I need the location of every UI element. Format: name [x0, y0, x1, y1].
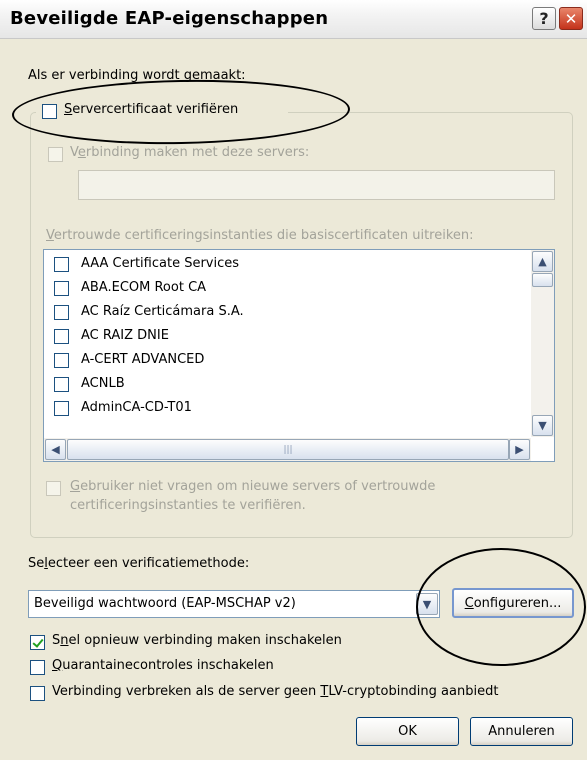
ca-label: AC RAIZ DNIE [81, 328, 169, 343]
fast-reconnect-checkbox[interactable] [30, 635, 45, 650]
fast-reconnect-rest: el opnieuw verbinding maken inschakelen [68, 633, 342, 648]
ca-checkbox[interactable] [54, 353, 69, 368]
annotation-ellipse-configure [416, 548, 586, 666]
servers-input[interactable] [78, 170, 555, 200]
fast-reconnect-label[interactable]: Snel opnieuw verbinding maken inschakele… [52, 633, 342, 648]
ca-checkbox[interactable] [54, 257, 69, 272]
close-icon: ✕ [564, 9, 578, 28]
no-prompt-checkbox[interactable] [46, 481, 61, 496]
no-prompt-label-accel: G [70, 479, 81, 494]
method-select-value: Beveiligd wachtwoord (EAP-MSCHAP v2) [34, 596, 296, 611]
method-label-rest: ecteer een verificatiemethode: [47, 556, 250, 571]
cancel-button[interactable]: Annuleren [470, 717, 573, 746]
method-select[interactable]: Beveiligd wachtwoord (EAP-MSCHAP v2) [28, 590, 440, 618]
ca-checkbox[interactable] [54, 305, 69, 320]
ca-label: ABA.ECOM Root CA [81, 280, 207, 295]
trusted-ca-list[interactable]: AAA Certificate Services ABA.ECOM Root C… [43, 249, 555, 462]
ca-checkbox[interactable] [54, 281, 69, 296]
connect-servers-label-accel: e [77, 145, 86, 160]
ca-label: AdminCA-CD-T01 [81, 400, 192, 415]
ok-button[interactable]: OK [356, 717, 459, 746]
connect-servers-checkbox[interactable] [48, 147, 63, 162]
connect-servers-label-rest: rbinding maken met deze servers: [85, 145, 310, 160]
title-bar[interactable]: Beveiligde EAP-eigenschappen ? ✕ [0, 0, 587, 39]
ca-checkbox[interactable] [54, 401, 69, 416]
connect-servers-label-first: V [70, 145, 78, 160]
quarantine-accel: Q [52, 658, 63, 673]
method-label: Selecteer een verificatiemethode: [28, 556, 249, 571]
chevron-up-icon: ▲ [538, 255, 547, 268]
ca-label: A-CERT ADVANCED [81, 352, 205, 367]
vertical-scrollbar[interactable]: ▲ ▼ [531, 250, 554, 437]
ca-label: AC Raíz Certicámara S.A. [81, 304, 244, 319]
scroll-right-button[interactable]: ▶ [509, 439, 530, 460]
grip-icon: ||| [283, 444, 293, 455]
dialog-window: Beveiligde EAP-eigenschappen ? ✕ Als er … [0, 0, 587, 760]
quarantine-rest: uarantainecontroles inschakelen [62, 658, 274, 673]
close-button[interactable]: ✕ [559, 7, 583, 30]
ca-checkbox[interactable] [54, 377, 69, 392]
horizontal-scrollbar[interactable]: ◀ ||| ▶ [44, 438, 531, 461]
quarantine-checkbox[interactable] [30, 660, 45, 675]
ca-checkbox[interactable] [54, 329, 69, 344]
no-prompt-label-line2: certificeringsinstanties te verifiëren. [70, 498, 306, 513]
fast-reconnect-accel: n [60, 633, 69, 648]
chevron-right-icon: ▶ [515, 443, 524, 456]
tlv-first: Verbinding verbreken als de server geen [52, 684, 321, 699]
horizontal-scroll-thumb[interactable]: ||| [67, 439, 509, 460]
ca-label: AAA Certificate Services [81, 256, 240, 271]
chevron-down-icon: ▼ [538, 419, 547, 432]
tlv-rest: LV-cryptobinding aanbiedt [328, 684, 499, 699]
trusted-ca-label: Vertrouwde certificeringsinstanties die … [46, 228, 474, 243]
trusted-ca-label-accel: V [46, 228, 54, 243]
chevron-left-icon: ◀ [51, 443, 60, 456]
scroll-up-button[interactable]: ▲ [532, 251, 553, 272]
no-prompt-label-rest: ebruiker niet vragen om nieuwe servers o… [80, 479, 436, 494]
tlv-checkbox[interactable] [30, 686, 45, 701]
method-label-first: Se [28, 556, 45, 571]
window-title: Beveiligde EAP-eigenschappen [10, 8, 329, 29]
no-prompt-label[interactable]: Gebruiker niet vragen om nieuwe servers … [70, 479, 435, 494]
tlv-label[interactable]: Verbinding verbreken als de server geen … [52, 684, 498, 699]
help-button[interactable]: ? [532, 7, 556, 30]
connect-servers-label[interactable]: Verbinding maken met deze servers: [70, 145, 309, 160]
trusted-ca-label-rest: ertrouwde certificeringsinstanties die b… [53, 228, 474, 243]
ca-label: ACNLB [81, 376, 125, 391]
vertical-scroll-thumb[interactable] [532, 273, 553, 287]
scroll-down-button[interactable]: ▼ [532, 415, 553, 436]
scroll-left-button[interactable]: ◀ [45, 439, 66, 460]
quarantine-label[interactable]: Quarantainecontroles inschakelen [52, 658, 274, 673]
